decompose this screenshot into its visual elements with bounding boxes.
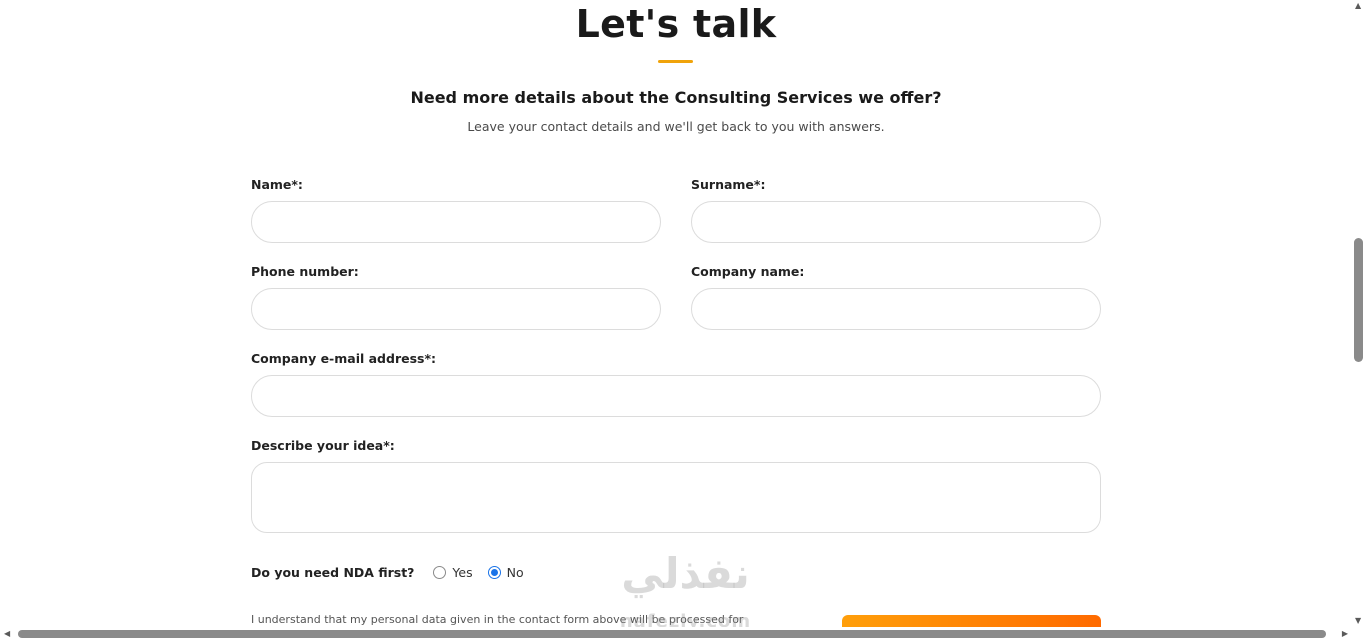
triangle-right-icon[interactable]: ▶ xyxy=(1342,629,1348,638)
surname-label: Surname*: xyxy=(691,177,766,192)
email-label: Company e-mail address*: xyxy=(251,351,437,366)
radio-no[interactable] xyxy=(487,565,501,579)
vertical-scrollbar[interactable]: ▲ ▼ xyxy=(1352,0,1366,627)
idea-textarea[interactable] xyxy=(251,462,1101,533)
triangle-up-icon[interactable]: ▲ xyxy=(1355,1,1361,10)
name-label: Name*: xyxy=(251,177,303,192)
section-subline: Leave your contact details and we'll get… xyxy=(467,119,885,134)
consent-text: I understand that my personal data given… xyxy=(251,613,744,626)
phone-label: Phone number: xyxy=(251,264,359,279)
section-headline: Need more details about the Consulting S… xyxy=(410,88,942,107)
surname-field[interactable] xyxy=(691,201,1101,243)
nda-option-yes-label: Yes xyxy=(452,564,473,580)
nda-row: Do you need NDA first? Yes No xyxy=(251,563,539,581)
name-field[interactable] xyxy=(251,201,661,243)
company-field[interactable] xyxy=(691,288,1101,330)
nda-option-yes[interactable]: Yes xyxy=(433,564,473,580)
radio-yes[interactable] xyxy=(433,565,447,579)
horizontal-scroll-thumb[interactable] xyxy=(18,630,1326,638)
page-title: Let's talk xyxy=(575,2,777,46)
triangle-left-icon[interactable]: ◀ xyxy=(4,629,10,638)
nda-option-no-label: No xyxy=(506,564,524,580)
watermark-arabic: نفذلي xyxy=(621,549,750,598)
vertical-scroll-thumb[interactable] xyxy=(1354,238,1363,362)
nda-option-no[interactable]: No xyxy=(487,564,524,580)
contact-page: Let's talk Need more details about the C… xyxy=(0,0,1366,641)
title-underline xyxy=(658,60,693,63)
nda-question: Do you need NDA first? xyxy=(251,564,415,580)
horizontal-scrollbar[interactable]: ◀ ▶ xyxy=(0,627,1352,641)
company-label: Company name: xyxy=(691,264,805,279)
phone-field[interactable] xyxy=(251,288,661,330)
triangle-down-icon[interactable]: ▼ xyxy=(1355,616,1361,625)
idea-label: Describe your idea*: xyxy=(251,438,395,453)
email-field[interactable] xyxy=(251,375,1101,417)
